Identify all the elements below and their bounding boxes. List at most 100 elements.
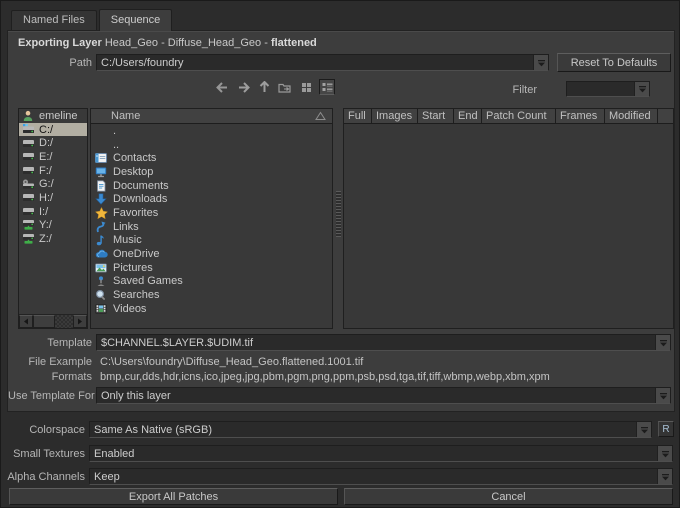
file-item-documents[interactable]: Documents	[91, 179, 332, 193]
name-column-label: Name	[91, 110, 315, 122]
file-item-item[interactable]: .	[91, 124, 332, 138]
alpha-channels-combobox[interactable]: Keep	[89, 468, 673, 485]
column-header-images[interactable]: Images	[372, 109, 418, 124]
path-value: C:/Users/foundry	[97, 57, 533, 69]
use-template-for-combobox[interactable]: Only this layer	[96, 387, 671, 404]
drive-item-label: H:/	[39, 192, 53, 204]
formats-label: Formats	[8, 371, 92, 383]
file-item-item[interactable]: ..	[91, 138, 332, 152]
drive-item-i[interactable]: I:/	[19, 205, 87, 219]
file-item-label: Videos	[113, 303, 146, 315]
chevron-down-icon[interactable]	[655, 335, 670, 350]
tab-sequence[interactable]: Sequence	[99, 9, 173, 31]
path-combobox[interactable]: C:/Users/foundry	[96, 54, 549, 71]
file-item-label: Saved Games	[113, 275, 183, 287]
scroll-left-button[interactable]	[19, 315, 33, 328]
file-item-favorites[interactable]: Favorites	[91, 206, 332, 220]
layer-state-text: flattened	[271, 37, 317, 49]
scrollbar-track[interactable]	[55, 315, 73, 328]
sequence-table-header: FullImagesStartEndPatch CountFramesModif…	[344, 109, 673, 124]
file-item-videos[interactable]: Videos	[91, 302, 332, 316]
file-item-label: Music	[113, 234, 142, 246]
file-item-onedrive[interactable]: OneDrive	[91, 247, 332, 261]
file-example-label: File Example	[8, 356, 92, 368]
export-all-patches-button[interactable]: Export All Patches	[9, 488, 338, 505]
scroll-right-button[interactable]	[73, 315, 87, 328]
searches-icon	[94, 289, 108, 301]
exporting-layer-line: Exporting Layer Head_Geo - Diffuse_Head_…	[18, 37, 317, 49]
reset-to-defaults-button[interactable]: Reset To Defaults	[557, 53, 671, 72]
drive-item-label: C:/	[39, 124, 53, 136]
drive-item-g[interactable]: G:/	[19, 177, 87, 191]
drive-item-emeline[interactable]: emeline	[19, 109, 87, 123]
scrollbar-thumb[interactable]	[33, 315, 55, 328]
chevron-down-icon[interactable]	[657, 469, 672, 484]
column-header-full[interactable]: Full	[344, 109, 372, 124]
drive-item-e[interactable]: E:/	[19, 150, 87, 164]
column-header-modified[interactable]: Modified	[605, 109, 658, 124]
name-column-header[interactable]: Name	[91, 109, 332, 124]
chevron-down-icon[interactable]	[655, 388, 670, 403]
drive-item-y[interactable]: Y:/	[19, 219, 87, 233]
up-icon[interactable]	[256, 79, 272, 95]
favorites-icon	[94, 207, 108, 219]
file-item-pictures[interactable]: Pictures	[91, 261, 332, 275]
drive-icon	[21, 137, 35, 149]
drive-icon	[21, 192, 35, 204]
documents-icon	[94, 180, 108, 192]
colorspace-reset-button[interactable]: R	[658, 421, 674, 437]
drives-horizontal-scrollbar[interactable]	[19, 314, 87, 328]
new-folder-icon[interactable]	[277, 79, 293, 95]
drive-item-label: Z:/	[39, 233, 52, 245]
use-template-for-value: Only this layer	[97, 390, 655, 402]
colorspace-combobox[interactable]: Same As Native (sRGB)	[89, 421, 652, 438]
export-sequence-dialog: { "tabs": [ { "label": "Named Files", "a…	[0, 0, 680, 508]
tab-named-files[interactable]: Named Files	[11, 10, 97, 30]
cancel-button[interactable]: Cancel	[344, 488, 673, 505]
sequence-table-body[interactable]	[344, 124, 673, 328]
pictures-icon	[94, 262, 108, 274]
filter-label: Filter	[482, 84, 537, 96]
grid-view-icon[interactable]	[298, 79, 314, 95]
tab-bar: Named Files Sequence	[11, 9, 174, 30]
forward-icon[interactable]	[235, 79, 251, 95]
panel-splitter-handle[interactable]	[336, 191, 341, 237]
column-header-filler	[658, 109, 673, 124]
back-icon[interactable]	[214, 79, 230, 95]
file-item-searches[interactable]: Searches	[91, 288, 332, 302]
chevron-down-icon[interactable]	[533, 55, 548, 70]
details-view-icon[interactable]	[319, 79, 335, 95]
drive-item-h[interactable]: H:/	[19, 191, 87, 205]
file-item-label: Pictures	[113, 262, 153, 274]
file-item-music[interactable]: Music	[91, 234, 332, 248]
drive-item-label: F:/	[39, 165, 52, 177]
drive-item-label: G:/	[39, 178, 54, 190]
path-label: Path	[8, 57, 92, 69]
column-header-start[interactable]: Start	[418, 109, 454, 124]
file-item-saved-games[interactable]: Saved Games	[91, 275, 332, 289]
file-item-links[interactable]: Links	[91, 220, 332, 234]
chevron-down-icon[interactable]	[634, 82, 649, 96]
file-item-label: Desktop	[113, 166, 153, 178]
drive-item-z[interactable]: Z:/	[19, 232, 87, 246]
column-header-frames[interactable]: Frames	[556, 109, 605, 124]
file-item-downloads[interactable]: Downloads	[91, 192, 332, 206]
drive-icon	[21, 151, 35, 163]
media-drive-icon	[21, 178, 35, 190]
file-item-label: ..	[113, 139, 119, 151]
column-header-end[interactable]: End	[454, 109, 482, 124]
template-combobox[interactable]: $CHANNEL.$LAYER.$UDIM.tif	[96, 334, 671, 351]
small-textures-combobox[interactable]: Enabled	[89, 445, 673, 462]
drive-list: emelineC:/D:/E:/F:/G:/ H:/I:/Y:/Z:/	[19, 109, 87, 246]
chevron-down-icon[interactable]	[636, 422, 651, 437]
chevron-down-icon[interactable]	[657, 446, 672, 461]
column-header-patch-count[interactable]: Patch Count	[482, 109, 556, 124]
filter-combobox[interactable]	[566, 81, 650, 97]
drive-item-c[interactable]: C:/	[19, 123, 87, 137]
drive-item-f[interactable]: F:/	[19, 164, 87, 178]
colorspace-label: Colorspace	[1, 424, 85, 436]
file-item-desktop[interactable]: Desktop	[91, 165, 332, 179]
file-item-contacts[interactable]: Contacts	[91, 151, 332, 165]
drive-item-d[interactable]: D:/	[19, 136, 87, 150]
alpha-channels-value: Keep	[90, 471, 657, 483]
